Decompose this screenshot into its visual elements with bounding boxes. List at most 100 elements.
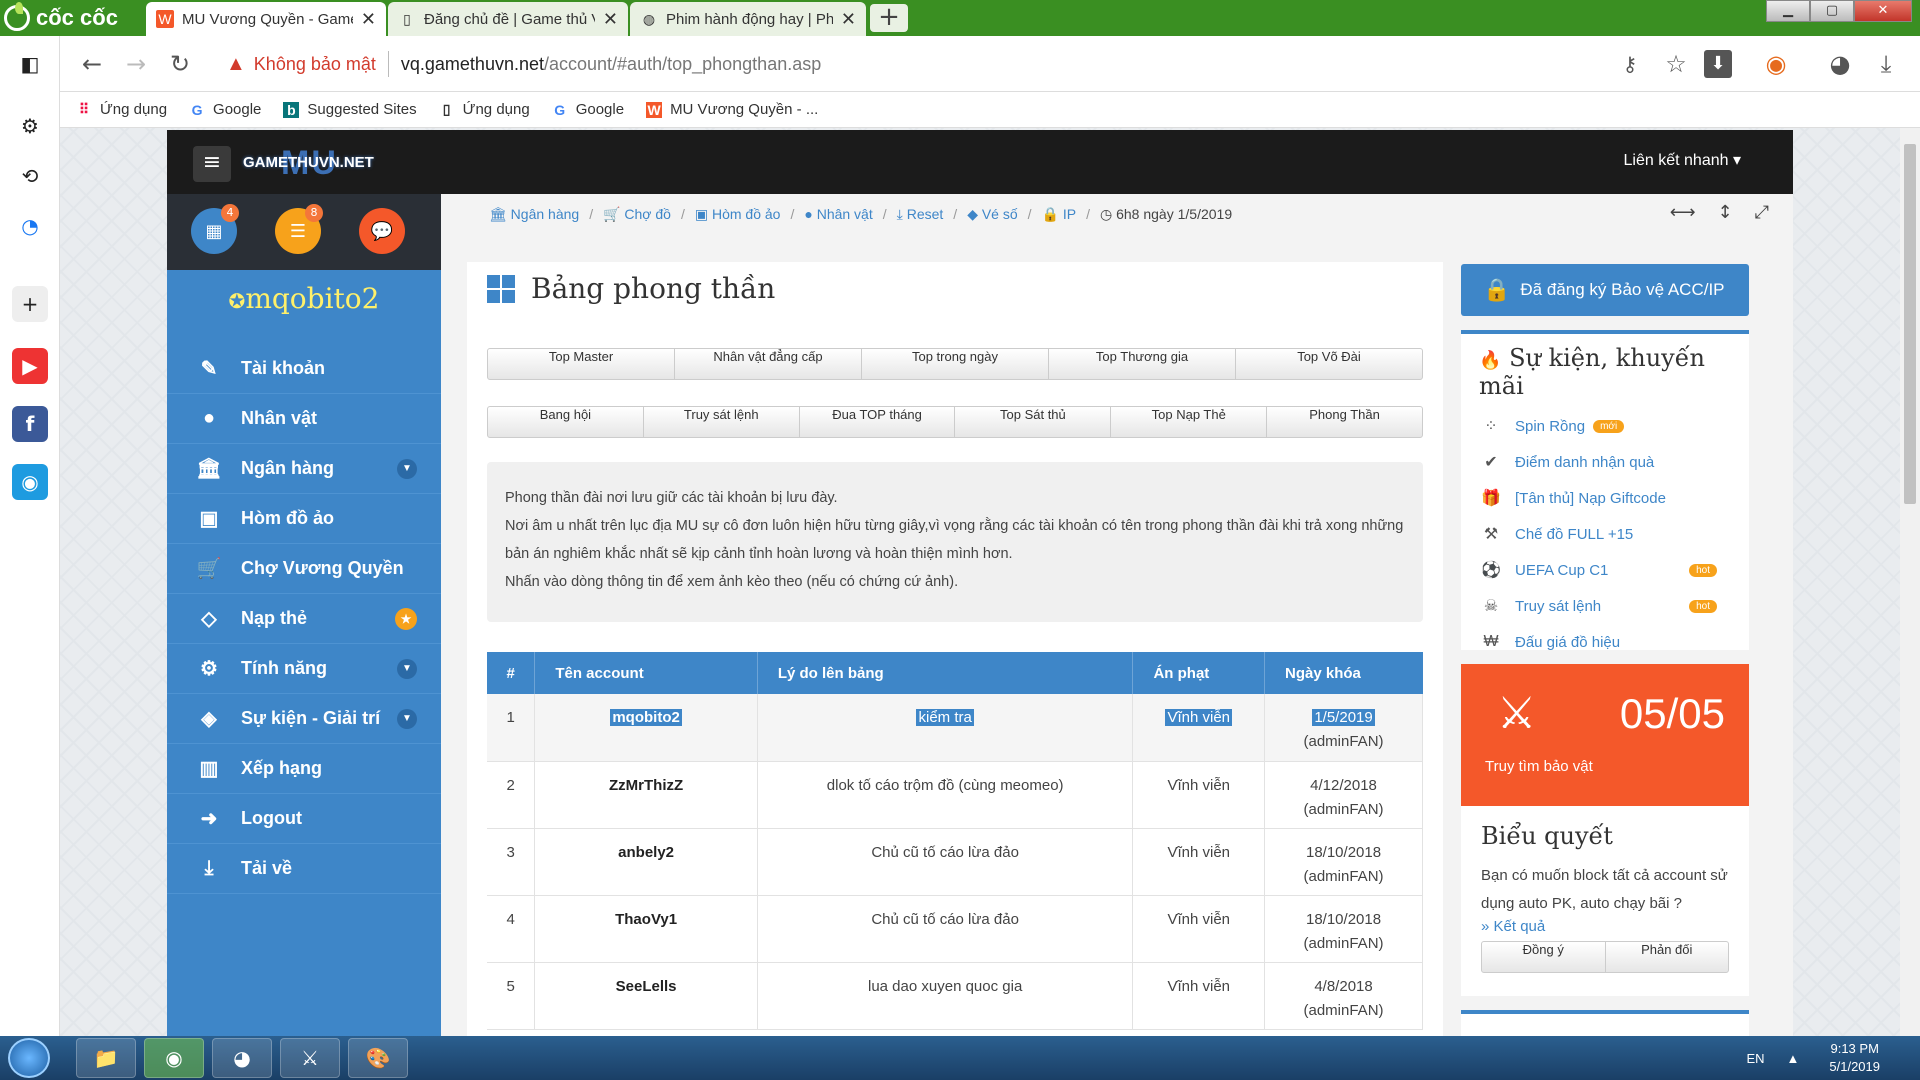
tab-phim[interactable]: ◍ Phim hành động hay | Phi ✕ [630,2,866,36]
page-scrollbar[interactable] [1900,128,1920,1036]
disagree-button[interactable]: Phản đối [1606,942,1729,972]
file-explorer-icon[interactable]: 📁 [76,1038,136,1078]
agree-button[interactable]: Đồng ý [1482,942,1606,972]
back-button[interactable]: ← [74,46,110,82]
chevron-down-icon[interactable]: ▼ [397,708,417,729]
crumb-ip[interactable]: 🔒 IP [1042,206,1077,223]
menu-item-hom-do-ao[interactable]: ▣ Hòm đồ ảo [167,494,441,544]
crumb-reset[interactable]: ⤓ Reset [897,206,944,223]
tab-top-master[interactable]: Top Master [488,349,675,379]
menu-item-tai-khoan[interactable]: ✎ Tài khoản [167,344,441,394]
settings-icon[interactable]: ⚙ [12,108,48,144]
add-icon[interactable]: + [12,286,48,322]
download-panel-icon[interactable]: ⬇ [1704,50,1732,78]
tab-dua-top-thang[interactable]: Đua TOP tháng [800,407,956,437]
tab-truy-sat-lenh[interactable]: Truy sát lệnh [644,407,800,437]
chevron-down-icon[interactable]: ▼ [397,658,417,679]
key-icon[interactable]: ⚷ [1612,46,1648,82]
youtube-icon[interactable]: ▶ [12,348,48,384]
poll-results-link[interactable]: » Kết quả [1481,918,1729,935]
table-row[interactable]: 4 ThaoVy1 Chủ cũ tố cáo lừa đảo Vĩnh viễ… [487,895,1423,963]
paint-icon[interactable]: 🎨 [348,1038,408,1078]
tab-top-sat-thu[interactable]: Top Sát thủ [955,407,1112,437]
security-status[interactable]: Không bảo mật [254,54,376,75]
bookmark-apps[interactable]: ⠿ Ứng dụng [76,101,167,118]
tab-top-trong-ngay[interactable]: Top trong ngày [862,349,1049,379]
window-close-button[interactable]: ✕ [1854,0,1912,22]
site-logo[interactable]: MU GAMETHUVN.NET [241,144,421,182]
bookmark-suggested-sites[interactable]: b Suggested Sites [283,101,417,118]
tab-dang-chu-de[interactable]: ▯ Đăng chủ đề | Game thủ V ✕ [388,2,628,36]
media-player-icon[interactable]: ◉ [12,464,48,500]
tab-top-thuong-gia[interactable]: Top Thương gia [1049,349,1236,379]
tab-top-vo-dai[interactable]: Top Võ Đài [1236,349,1422,379]
maximize-button[interactable]: ▢ [1810,0,1854,22]
tab-bang-hoi[interactable]: Bang hội [488,407,644,437]
menu-item-nap-the[interactable]: ◇ Nạp thẻ ★ [167,594,441,644]
event-che-do[interactable]: ⚒ Chế đồ FULL +15 [1461,516,1749,552]
fullscreen-icon[interactable]: ⤢ [1755,202,1769,223]
star-icon[interactable]: ☆ [1658,46,1694,82]
bookmark-mu-vuong-quyen[interactable]: W MU Vương Quyền - ... [646,101,818,118]
calendar-button[interactable]: ▦ 4 [191,204,239,254]
crumb-hom-do-ao[interactable]: ▣ Hòm đồ ảo [695,206,781,223]
treasure-hunt-card[interactable]: ⚔ 05/05 Truy tìm bảo vật [1461,664,1749,806]
facebook-icon[interactable]: f [12,406,48,442]
crumb-cho-do[interactable]: 🛒 Chợ đồ [603,206,671,223]
menu-item-tinh-nang[interactable]: ⚙ Tính năng ▼ [167,644,441,694]
table-row[interactable]: 1 mqobito2 kiểm tra Vĩnh viễn 1/5/2019 (a… [487,694,1423,762]
coccoc-extension-icon[interactable]: ◉ [1758,46,1794,82]
scrollbar-thumb[interactable] [1904,144,1916,504]
account-icon[interactable]: ◕ [1822,46,1858,82]
sidebar-toggle-icon[interactable]: ◧ [12,46,48,82]
clock[interactable]: 9:13 PM 5/1/2019 [1829,1040,1880,1076]
protect-account-button[interactable]: 🔒 Đã đăng ký Bảo vệ ACC/IP [1461,264,1749,316]
expand-vertical-icon[interactable]: ↕ [1718,202,1733,223]
minimize-button[interactable]: ▁ [1766,0,1810,22]
coccoc-taskbar-icon[interactable]: ◉ [144,1038,204,1078]
expand-horizontal-icon[interactable]: ⟷ [1670,202,1696,223]
event-spin-rong[interactable]: ⁘ Spin Rồng mới [1461,408,1749,444]
history-icon[interactable]: ⟲ [12,158,48,194]
bookmark-apps-2[interactable]: ▯ Ứng dụng [439,101,530,118]
menu-item-cho-vuong-quyen[interactable]: 🛒 Chợ Vương Quyền [167,544,441,594]
quick-links-dropdown[interactable]: Liên kết nhanh ▾ [1624,150,1741,170]
event-uefa-cup[interactable]: ⚽ UEFA Cup C1 hot [1461,552,1749,588]
menu-item-xep-hang[interactable]: ▥ Xếp hạng [167,744,441,794]
new-tab-button[interactable]: + [870,4,908,32]
start-button[interactable] [8,1038,50,1078]
menu-item-nhan-vat[interactable]: ● Nhân vật [167,394,441,444]
event-giftcode[interactable]: 🎁 [Tân thủ] Nạp Giftcode [1461,480,1749,516]
chat-button[interactable]: 💬 [359,208,405,254]
download-icon[interactable]: ⤓ [1868,46,1904,82]
forward-button[interactable]: → [118,46,154,82]
reload-button[interactable]: ↻ [162,46,198,82]
menu-item-logout[interactable]: ➜ Logout [167,794,441,844]
event-diem-danh[interactable]: ✔ Điểm danh nhận quà [1461,444,1749,480]
messenger-icon[interactable]: ◔ [12,208,48,244]
table-row[interactable]: 2 ZzMrThizZ dlok tố cáo trộm đồ (cùng me… [487,761,1423,829]
table-row[interactable]: 3 anbely2 Chủ cũ tố cáo lừa đảo Vĩnh viễ… [487,828,1423,896]
menu-item-su-kien[interactable]: ◈ Sự kiện - Giải trí ▼ [167,694,441,744]
bookmark-google-2[interactable]: G Google [552,101,624,118]
close-icon[interactable]: ✕ [603,9,618,30]
menu-item-ngan-hang[interactable]: 🏛 Ngân hàng ▼ [167,444,441,494]
address-bar[interactable]: ▲ Không bảo mật vq.gamethuvn.net/account… [216,44,1726,84]
tab-top-nap-the[interactable]: Top Nạp Thẻ [1111,407,1268,437]
close-icon[interactable]: ✕ [841,9,856,30]
crumb-ngan-hang[interactable]: 🏛 Ngân hàng [489,206,579,223]
crumb-ve-so[interactable]: ◆ Vé số [967,206,1017,223]
list-button[interactable]: ☰ 8 [275,204,323,254]
table-row[interactable]: 5 SeeLells lua dao xuyen quoc gia Vĩnh v… [487,962,1423,1030]
tab-nhan-vat-dang-cap[interactable]: Nhân vật đẳng cấp [675,349,862,379]
menu-item-tai-ve[interactable]: ⤓ Tải về [167,844,441,894]
crumb-nhan-vat[interactable]: ● Nhân vật [804,206,872,222]
event-truy-sat-lenh[interactable]: ☠ Truy sát lệnh hot [1461,588,1749,624]
hamburger-menu-icon[interactable]: ≡ [193,146,231,182]
language-indicator[interactable]: EN [1746,1051,1764,1066]
bookmark-google[interactable]: G Google [189,101,262,118]
chevron-down-icon[interactable]: ▼ [397,458,417,479]
mu-game-icon[interactable]: ⚔ [280,1038,340,1078]
coccoc-logo[interactable]: cốc cốc [4,2,144,32]
tab-phong-than[interactable]: Phong Thần [1267,407,1422,437]
